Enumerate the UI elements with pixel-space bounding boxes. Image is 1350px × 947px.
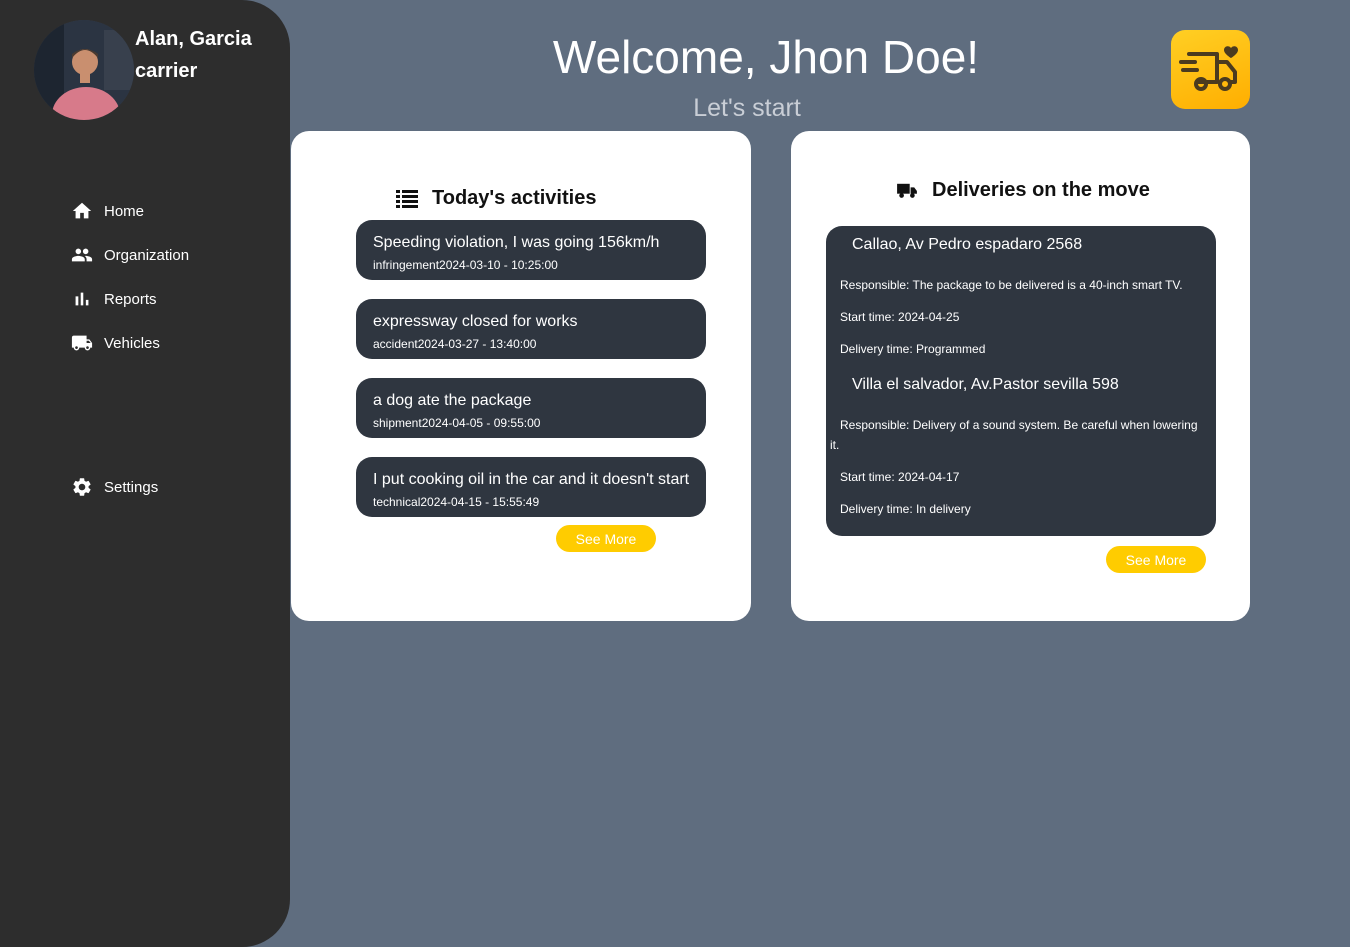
nav-item-reports[interactable]: Reports xyxy=(70,287,157,311)
nav-label-vehicles: Vehicles xyxy=(104,334,160,352)
delivery-address[interactable]: Villa el salvador, Av.Pastor sevilla 598 xyxy=(852,376,1119,394)
activities-heading-label: Today's activities xyxy=(432,187,597,209)
sidebar: Alan, Garcia carrier Home Organization R… xyxy=(0,0,290,947)
bar-chart-icon xyxy=(70,287,94,311)
activity-item[interactable]: Speeding violation, I was going 156km/h … xyxy=(356,220,706,280)
home-icon xyxy=(70,199,94,223)
activity-meta: accident2024-03-27 - 13:40:00 xyxy=(373,337,537,351)
activity-item[interactable]: I put cooking oil in the car and it does… xyxy=(356,457,706,517)
truck-icon xyxy=(70,331,94,355)
deliveries-card: Deliveries on the move Callao, Av Pedro … xyxy=(791,131,1250,621)
delivery-time: Delivery time: In delivery xyxy=(840,502,971,516)
activity-title: a dog ate the package xyxy=(373,392,532,409)
activity-meta: infringement2024-03-10 - 10:25:00 xyxy=(373,258,558,272)
activities-see-more-button[interactable]: See More xyxy=(556,525,656,552)
delivery-address[interactable]: Callao, Av Pedro espadaro 2568 xyxy=(852,236,1082,254)
activity-title: Speeding violation, I was going 156km/h xyxy=(373,234,660,251)
deliveries-list: Callao, Av Pedro espadaro 2568 Responsib… xyxy=(826,226,1216,536)
activities-heading: Today's activities xyxy=(396,187,596,210)
activity-title: I put cooking oil in the car and it does… xyxy=(373,471,690,488)
delivery-time: Delivery time: Programmed xyxy=(840,342,986,356)
nav-item-organization[interactable]: Organization xyxy=(70,243,189,267)
user-role: carrier xyxy=(135,60,198,82)
deliveries-heading-label: Deliveries on the move xyxy=(932,179,1150,201)
nav-item-home[interactable]: Home xyxy=(70,199,144,223)
avatar[interactable] xyxy=(34,20,134,120)
activity-item[interactable]: expressway closed for works accident2024… xyxy=(356,299,706,359)
nav-label-settings: Settings xyxy=(104,478,159,496)
activity-meta: shipment2024-04-05 - 09:55:00 xyxy=(373,416,541,430)
list-icon xyxy=(396,189,418,209)
activity-title: expressway closed for works xyxy=(373,313,578,330)
people-icon xyxy=(70,243,94,267)
user-name: Alan, Garcia xyxy=(135,28,252,50)
nav-item-settings[interactable]: Settings xyxy=(70,475,158,499)
delivery-start-time: Start time: 2024-04-17 xyxy=(840,470,960,484)
nav-label-reports: Reports xyxy=(104,290,157,308)
nav-label-organization: Organization xyxy=(104,246,190,264)
page-subtitle: Let's start xyxy=(693,94,801,122)
truck-icon xyxy=(896,182,918,200)
activities-card: Today's activities Speeding violation, I… xyxy=(291,131,751,621)
page-title: Welcome, Jhon Doe! xyxy=(552,31,980,83)
delivery-responsible: Responsible: Delivery of a sound system.… xyxy=(830,418,1198,452)
deliveries-see-more-button[interactable]: See More xyxy=(1106,546,1206,573)
activity-meta: technical2024-04-15 - 15:55:49 xyxy=(373,495,540,509)
nav-label-home: Home xyxy=(104,202,145,220)
activity-item[interactable]: a dog ate the package shipment2024-04-05… xyxy=(356,378,706,438)
deliveries-heading: Deliveries on the move xyxy=(896,179,1150,202)
delivery-start-time: Start time: 2024-04-25 xyxy=(840,310,960,324)
nav-item-vehicles[interactable]: Vehicles xyxy=(70,331,160,355)
delivery-responsible: Responsible: The package to be delivered… xyxy=(840,278,1183,292)
delivery-truck-logo-icon xyxy=(1171,30,1250,109)
gear-icon xyxy=(70,475,94,499)
